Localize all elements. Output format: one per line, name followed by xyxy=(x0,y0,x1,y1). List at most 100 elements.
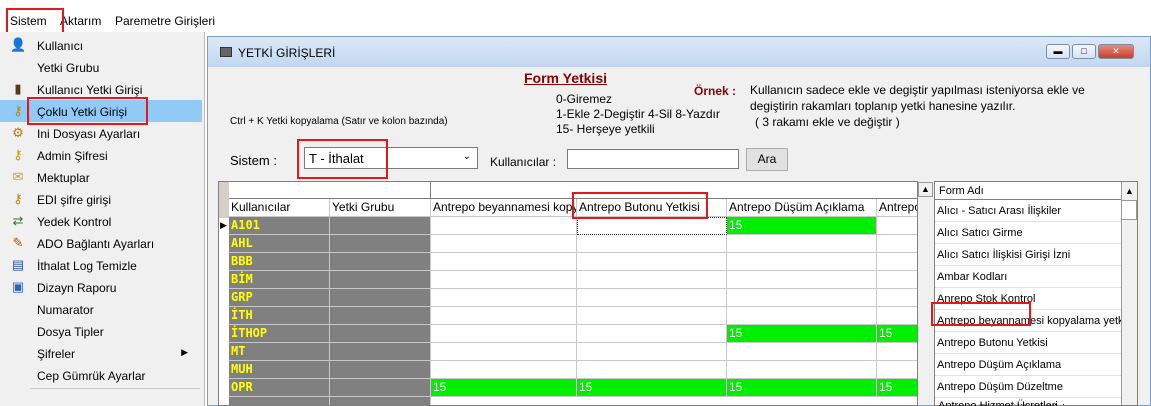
grid-value-cell[interactable] xyxy=(431,361,577,379)
grid-value-cell[interactable] xyxy=(727,343,877,361)
grid-value-cell[interactable] xyxy=(577,253,727,271)
grid-group-cell[interactable] xyxy=(330,343,431,361)
menu-item-numarator[interactable]: Numarator xyxy=(0,298,202,320)
ara-button[interactable]: Ara xyxy=(746,148,788,171)
list-scrollbar-track[interactable] xyxy=(1121,220,1137,405)
close-button[interactable]: ✕ xyxy=(1098,44,1134,59)
maximize-button[interactable]: □ xyxy=(1072,44,1096,59)
grid-value-cell[interactable] xyxy=(431,271,577,289)
menu-item-mektuplar[interactable]: ✉ Mektuplar xyxy=(0,166,202,188)
grid-user-cell[interactable]: BBB xyxy=(229,253,330,271)
grid-group-cell[interactable] xyxy=(330,217,431,235)
grid-value-cell[interactable] xyxy=(431,289,577,307)
menu-item-ini-dosyasi-ayarlari[interactable]: ⚙ Ini Dosyası Ayarları xyxy=(0,122,202,144)
menu-item-dosya-tipler[interactable]: Dosya Tipler xyxy=(0,320,202,342)
grid-value-cell[interactable]: 15 xyxy=(577,379,727,397)
menu-item-admin-sifresi[interactable]: ⚷ Admin Şifresi xyxy=(0,144,202,166)
grid-user-cell[interactable]: MUH xyxy=(229,361,330,379)
grid-value-cell[interactable] xyxy=(727,289,877,307)
grid-value-cell[interactable] xyxy=(877,253,917,271)
list-scroll-thumb[interactable] xyxy=(1121,200,1137,220)
grid-user-cell[interactable]: AHL xyxy=(229,235,330,253)
menu-paremetre-girisleri[interactable]: Paremetre Girişleri xyxy=(115,14,215,28)
grid-value-cell[interactable] xyxy=(727,361,877,379)
minimize-button[interactable]: ▬ xyxy=(1046,44,1070,59)
grid-user-cell[interactable]: GRP xyxy=(229,289,330,307)
grid-value-cell-focused[interactable] xyxy=(577,217,727,235)
col-header-antrepo-beyannamesi[interactable]: Antrepo beyannamesi kopyalam xyxy=(431,199,577,217)
form-list-header[interactable]: Form Adı xyxy=(935,182,1121,200)
grid-group-cell[interactable] xyxy=(330,235,431,253)
grid-value-cell[interactable] xyxy=(577,271,727,289)
menu-item-cep-gumruk-ayarlar[interactable]: Cep Gümrük Ayarlar xyxy=(0,364,202,386)
grid-value-cell[interactable] xyxy=(431,253,577,271)
grid-value-cell[interactable] xyxy=(577,235,727,253)
grid-group-cell[interactable] xyxy=(330,325,431,343)
grid-value-cell[interactable] xyxy=(877,361,917,379)
form-list-item[interactable]: Antrepo Düşüm Açıklama xyxy=(935,354,1121,376)
grid-value-cell[interactable]: 15 xyxy=(727,217,877,235)
col-header-antrepo-dusum[interactable]: Antrepo Düşüm Açıklama xyxy=(727,199,877,217)
grid-value-cell[interactable]: 15 xyxy=(727,379,877,397)
grid-group-cell-partial[interactable] xyxy=(330,397,431,405)
list-scroll-up-icon[interactable]: ▲ xyxy=(1121,182,1137,200)
grid-value-cell[interactable] xyxy=(877,307,917,325)
grid-value-cell[interactable] xyxy=(577,289,727,307)
col-header-kullanicilar[interactable]: Kullanıcılar xyxy=(229,199,330,217)
col-header-yetki-grubu[interactable]: Yetki Grubu xyxy=(330,199,431,217)
menu-item-kullanici[interactable]: 👤 Kullanıcı xyxy=(0,34,202,56)
grid-value-cell[interactable] xyxy=(577,343,727,361)
menu-aktarim[interactable]: Aktarım xyxy=(60,14,101,28)
grid-value-cell[interactable] xyxy=(727,271,877,289)
grid-value-cell[interactable]: 15 xyxy=(877,325,917,343)
grid-user-cell-partial[interactable] xyxy=(229,397,330,405)
menu-item-sifreler[interactable]: Şifreler ▶ xyxy=(0,342,202,364)
grid-user-cell[interactable]: MT xyxy=(229,343,330,361)
grid-group-cell[interactable] xyxy=(330,253,431,271)
grid-value-cell[interactable] xyxy=(877,343,917,361)
grid-value-cell[interactable] xyxy=(877,271,917,289)
grid-value-cell[interactable] xyxy=(877,289,917,307)
grid-value-cell[interactable]: 15 xyxy=(877,379,917,397)
grid-user-cell[interactable]: BİM xyxy=(229,271,330,289)
grid-value-cell[interactable] xyxy=(431,307,577,325)
grid-value-cell[interactable] xyxy=(727,253,877,271)
grid-value-cell[interactable] xyxy=(577,325,727,343)
grid-group-cell[interactable] xyxy=(330,289,431,307)
form-list-item[interactable]: Alıcı Satıcı İlişkisi Girişi İzni xyxy=(935,244,1121,266)
grid-value-cell[interactable] xyxy=(577,307,727,325)
form-list-item[interactable]: Antrepo Düşüm Düzeltme xyxy=(935,376,1121,398)
grid-group-cell[interactable] xyxy=(330,271,431,289)
form-list-item[interactable]: Alıcı - Satıcı Arası İlişkiler xyxy=(935,200,1121,222)
grid-value-cell[interactable] xyxy=(431,235,577,253)
grid-group-cell[interactable] xyxy=(330,307,431,325)
grid-value-cell[interactable] xyxy=(877,217,917,235)
menu-item-dizayn-raporu[interactable]: ▣ Dizayn Raporu xyxy=(0,276,202,298)
form-list-item-selected[interactable]: Antrepo Butonu Yetkisi xyxy=(935,332,1121,354)
grid-user-cell[interactable]: A101 xyxy=(229,217,330,235)
grid-value-cell[interactable]: 15 xyxy=(431,379,577,397)
grid-value-cell[interactable] xyxy=(877,235,917,253)
grid-value-cell[interactable] xyxy=(431,325,577,343)
menu-item-edi-sifre-girisi[interactable]: ⚷ EDI şifre girişi xyxy=(0,188,202,210)
grid-user-cell[interactable]: OPR xyxy=(229,379,330,397)
grid-value-cell[interactable] xyxy=(577,361,727,379)
grid-group-cell[interactable] xyxy=(330,379,431,397)
menu-item-ithalat-log-temizle[interactable]: ▤ İthalat Log Temizle xyxy=(0,254,202,276)
form-list-item-partial[interactable]: Antrepo Hizmet Ücretleri xyxy=(936,399,1124,406)
grid-value-cell[interactable]: 15 xyxy=(727,325,877,343)
col-header-antrepo[interactable]: Antrepo xyxy=(877,199,917,217)
menu-item-ado-baglanti-ayarlari[interactable]: ✎ ADO Bağlantı Ayarları xyxy=(0,232,202,254)
grid-group-cell[interactable] xyxy=(330,361,431,379)
grid-user-cell[interactable]: İTH xyxy=(229,307,330,325)
grid-value-cell[interactable] xyxy=(727,307,877,325)
form-list-item[interactable]: Ambar Kodları xyxy=(935,266,1121,288)
menu-item-yedek-kontrol[interactable]: ⇄ Yedek Kontrol xyxy=(0,210,202,232)
menu-item-yetki-grubu[interactable]: Yetki Grubu xyxy=(0,56,202,78)
grid-value-cell[interactable] xyxy=(431,217,577,235)
grid-value-cell[interactable] xyxy=(431,343,577,361)
form-list-item[interactable]: Alıcı Satıcı Girme xyxy=(935,222,1121,244)
kullanicilar-input[interactable] xyxy=(567,149,739,169)
grid-scroll-up-button[interactable]: ▲ xyxy=(918,182,933,197)
grid-user-cell[interactable]: İTHOP xyxy=(229,325,330,343)
